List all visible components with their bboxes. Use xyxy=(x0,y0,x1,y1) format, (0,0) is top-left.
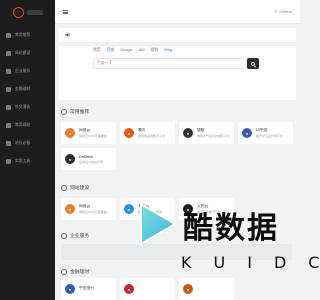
search-input[interactable]: 百度一下 xyxy=(93,58,247,69)
section-title-recommend: 常用推荐 xyxy=(61,108,89,115)
sidebar: ○ 常用推荐 网站建设 企业服务 金融理财 社交通讯 常用网站 站长必备 实用工… xyxy=(0,0,55,300)
section-title-finance: 金融理财 xyxy=(61,268,89,275)
sidebar-item-common[interactable]: 常用网站 xyxy=(0,118,55,132)
sidebar-item-enterprise[interactable]: 企业服务 xyxy=(0,64,55,78)
logo-text xyxy=(26,9,43,15)
menu-icon[interactable] xyxy=(63,9,68,14)
site-logo-icon: ● xyxy=(65,284,75,294)
search-tab-google[interactable]: Google xyxy=(120,48,132,53)
site-logo-icon: ● xyxy=(65,204,75,214)
site-card[interactable]: ● 猫眼 中国人气最高的电影平台 xyxy=(179,122,234,144)
site-logo-icon: ● xyxy=(65,154,75,164)
section-title-website: 网站建设 xyxy=(61,184,89,191)
logo[interactable]: ○ xyxy=(0,0,55,24)
tool-icon xyxy=(6,140,11,146)
search-panel xyxy=(59,46,296,100)
search-tab-common[interactable]: 常用 xyxy=(93,48,101,53)
site-card[interactable]: ● UI中国 图形交互设计师平台 xyxy=(238,122,293,144)
watermark-letters: K U I D C xyxy=(181,253,320,272)
chat-icon xyxy=(6,104,11,110)
building-icon xyxy=(6,68,11,74)
wrench-icon xyxy=(6,158,11,164)
logo-icon: ○ xyxy=(12,6,24,18)
site-logo-icon: ● xyxy=(65,128,75,138)
tag-icon xyxy=(61,232,67,239)
search-icon xyxy=(251,61,255,66)
watermark: 酷数据 K U I D C xyxy=(125,195,319,300)
site-logo-icon: ● xyxy=(183,128,193,138)
site-logo-icon: ● xyxy=(124,128,134,138)
sidebar-item-website[interactable]: 网站建设 xyxy=(0,46,55,60)
sidebar-item-recommend[interactable]: 常用推荐 xyxy=(0,28,55,42)
topbar: ⊙ GitHub xyxy=(55,0,300,24)
search-tabs: 常用 百度 Google 360 搜狗 Bing xyxy=(93,48,172,53)
tag-icon xyxy=(61,268,67,275)
search-tab-360[interactable]: 360 xyxy=(138,48,144,53)
site-card[interactable]: ● 网易云 网易云1000万首歌曲... xyxy=(61,198,116,220)
search-button[interactable] xyxy=(247,58,259,69)
search-tab-bing[interactable]: Bing xyxy=(164,48,172,53)
notice-bar: ◀) xyxy=(59,28,296,42)
sidebar-item-utility[interactable]: 实用工具 xyxy=(0,154,55,168)
github-link[interactable]: ⊙ GitHub xyxy=(274,9,292,14)
star-icon xyxy=(6,32,11,38)
link-icon xyxy=(6,122,11,128)
speaker-icon: ◀) xyxy=(65,32,70,37)
search-tab-sogou[interactable]: 搜狗 xyxy=(151,48,159,53)
play-icon xyxy=(140,203,176,245)
watermark-text: 酷数据 xyxy=(183,211,279,246)
site-logo-icon: ● xyxy=(242,128,252,138)
site-card[interactable]: ● 网易云 网易云1000万首歌曲... xyxy=(61,122,116,144)
sidebar-item-finance[interactable]: 金融理财 xyxy=(0,82,55,96)
tag-icon xyxy=(61,108,67,115)
money-icon xyxy=(6,86,11,92)
github-icon: ⊙ xyxy=(274,9,278,14)
sidebar-item-webmaster[interactable]: 站长必备 xyxy=(0,136,55,150)
web-icon xyxy=(6,50,11,56)
site-card[interactable]: ● 中金银行 xyxy=(61,278,116,300)
site-card[interactable]: ● 腾讯 全球领先的数字平台 xyxy=(120,122,175,144)
search-tab-baidu[interactable]: 百度 xyxy=(107,48,115,53)
tag-icon xyxy=(61,184,67,191)
sidebar-item-social[interactable]: 社交通讯 xyxy=(0,100,55,114)
site-card[interactable]: ● Dribbble 全球最大的设计师 xyxy=(61,148,116,170)
section-title-enterprise: 企业服务 xyxy=(61,232,89,239)
